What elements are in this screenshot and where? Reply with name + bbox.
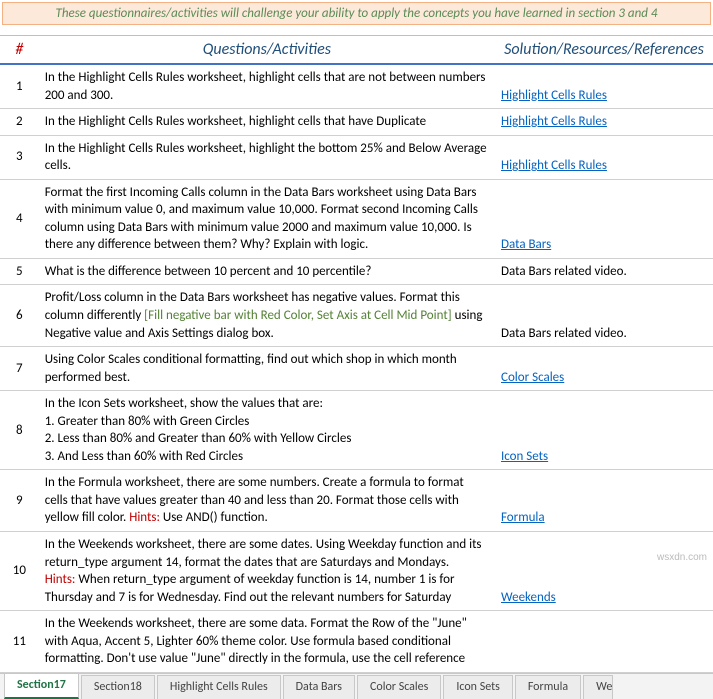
table-row: 7Using Color Scales conditional formatti… (0, 347, 713, 391)
reference-cell: Color Scales (495, 347, 713, 391)
activities-table: # Questions/Activities Solution/Resource… (0, 35, 713, 673)
reference-cell (495, 611, 713, 673)
reference-link[interactable]: Highlight Cells Rules (501, 88, 607, 103)
instruction-banner: These questionnaires/activities will cha… (2, 2, 711, 25)
question-cell: In the Highlight Cells Rules worksheet, … (39, 64, 495, 109)
sheet-tabs: Section17Section18Highlight Cells RulesD… (0, 673, 713, 699)
question-cell: In the Weekends worksheet, there are som… (39, 532, 495, 611)
reference-link[interactable]: Data Bars (501, 237, 551, 252)
reference-cell: Highlight Cells Rules (495, 109, 713, 136)
header-number: # (0, 36, 39, 65)
table-row: 9In the Formula worksheet, there are som… (0, 470, 713, 532)
hint-red: Hints: (129, 510, 160, 525)
question-cell: Using Color Scales conditional formattin… (39, 347, 495, 391)
question-cell: In the Icon Sets worksheet, show the val… (39, 391, 495, 470)
table-row: 5What is the difference between 10 perce… (0, 258, 713, 285)
question-cell: In the Highlight Cells Rules worksheet, … (39, 109, 495, 136)
question-cell: In the Formula worksheet, there are some… (39, 470, 495, 532)
row-number: 8 (0, 391, 39, 470)
reference-cell: Icon Sets (495, 391, 713, 470)
row-number: 3 (0, 135, 39, 179)
hint-red: Hints: (45, 572, 76, 587)
table-row: 4Format the first Incoming Calls column … (0, 179, 713, 258)
table-row: 6Profit/Loss column in the Data Bars wor… (0, 285, 713, 347)
watermark: wsxdn.com (657, 552, 707, 563)
reference-link[interactable]: Highlight Cells Rules (501, 158, 607, 173)
reference-cell: Data Bars (495, 179, 713, 258)
row-number: 2 (0, 109, 39, 136)
table-row: 11In the Weekends worksheet, there are s… (0, 611, 713, 673)
row-number: 10 (0, 532, 39, 611)
reference-link[interactable]: Weekends (501, 590, 556, 605)
table-row: 8In the Icon Sets worksheet, show the va… (0, 391, 713, 470)
question-cell: What is the difference between 10 percen… (39, 258, 495, 285)
reference-cell: Highlight Cells Rules (495, 135, 713, 179)
sheet-tab[interactable]: Icon Sets (443, 675, 512, 699)
reference-cell: Formula (495, 470, 713, 532)
table-row: 10In the Weekends worksheet, there are s… (0, 532, 713, 611)
question-cell: Profit/Loss column in the Data Bars work… (39, 285, 495, 347)
row-number: 6 (0, 285, 39, 347)
sheet-tab[interactable]: Section18 (81, 675, 155, 699)
reference-cell: Data Bars related video. (495, 258, 713, 285)
sheet-tab[interactable]: Color Scales (357, 675, 441, 699)
row-number: 1 (0, 64, 39, 109)
question-cell: In the Highlight Cells Rules worksheet, … (39, 135, 495, 179)
reference-cell: Highlight Cells Rules (495, 64, 713, 109)
hint-green: [Fill negative bar with Red Color, Set A… (144, 308, 452, 323)
reference-link[interactable]: Color Scales (501, 370, 564, 385)
row-number: 7 (0, 347, 39, 391)
sheet-tab[interactable]: Formula (515, 675, 581, 699)
sheet-tab[interactable]: Data Bars (283, 675, 355, 699)
row-number: 5 (0, 258, 39, 285)
sheet-tab[interactable]: We (583, 675, 613, 699)
table-row: 3In the Highlight Cells Rules worksheet,… (0, 135, 713, 179)
sheet-tab[interactable]: Highlight Cells Rules (157, 675, 281, 699)
question-cell: Format the first Incoming Calls column i… (39, 179, 495, 258)
sheet-tab[interactable]: Section17 (4, 673, 79, 699)
spacer (0, 25, 713, 35)
table-row: 1In the Highlight Cells Rules worksheet,… (0, 64, 713, 109)
header-references: Solution/Resources/References (495, 36, 713, 65)
row-number: 4 (0, 179, 39, 258)
table-row: 2In the Highlight Cells Rules worksheet,… (0, 109, 713, 136)
reference-cell: Data Bars related video. (495, 285, 713, 347)
reference-link[interactable]: Formula (501, 510, 545, 525)
header-questions: Questions/Activities (39, 36, 495, 65)
row-number: 9 (0, 470, 39, 532)
question-cell: In the Weekends worksheet, there are som… (39, 611, 495, 673)
reference-cell: Weekends (495, 532, 713, 611)
reference-link[interactable]: Highlight Cells Rules (501, 114, 607, 129)
reference-link[interactable]: Icon Sets (501, 449, 548, 464)
row-number: 11 (0, 611, 39, 673)
